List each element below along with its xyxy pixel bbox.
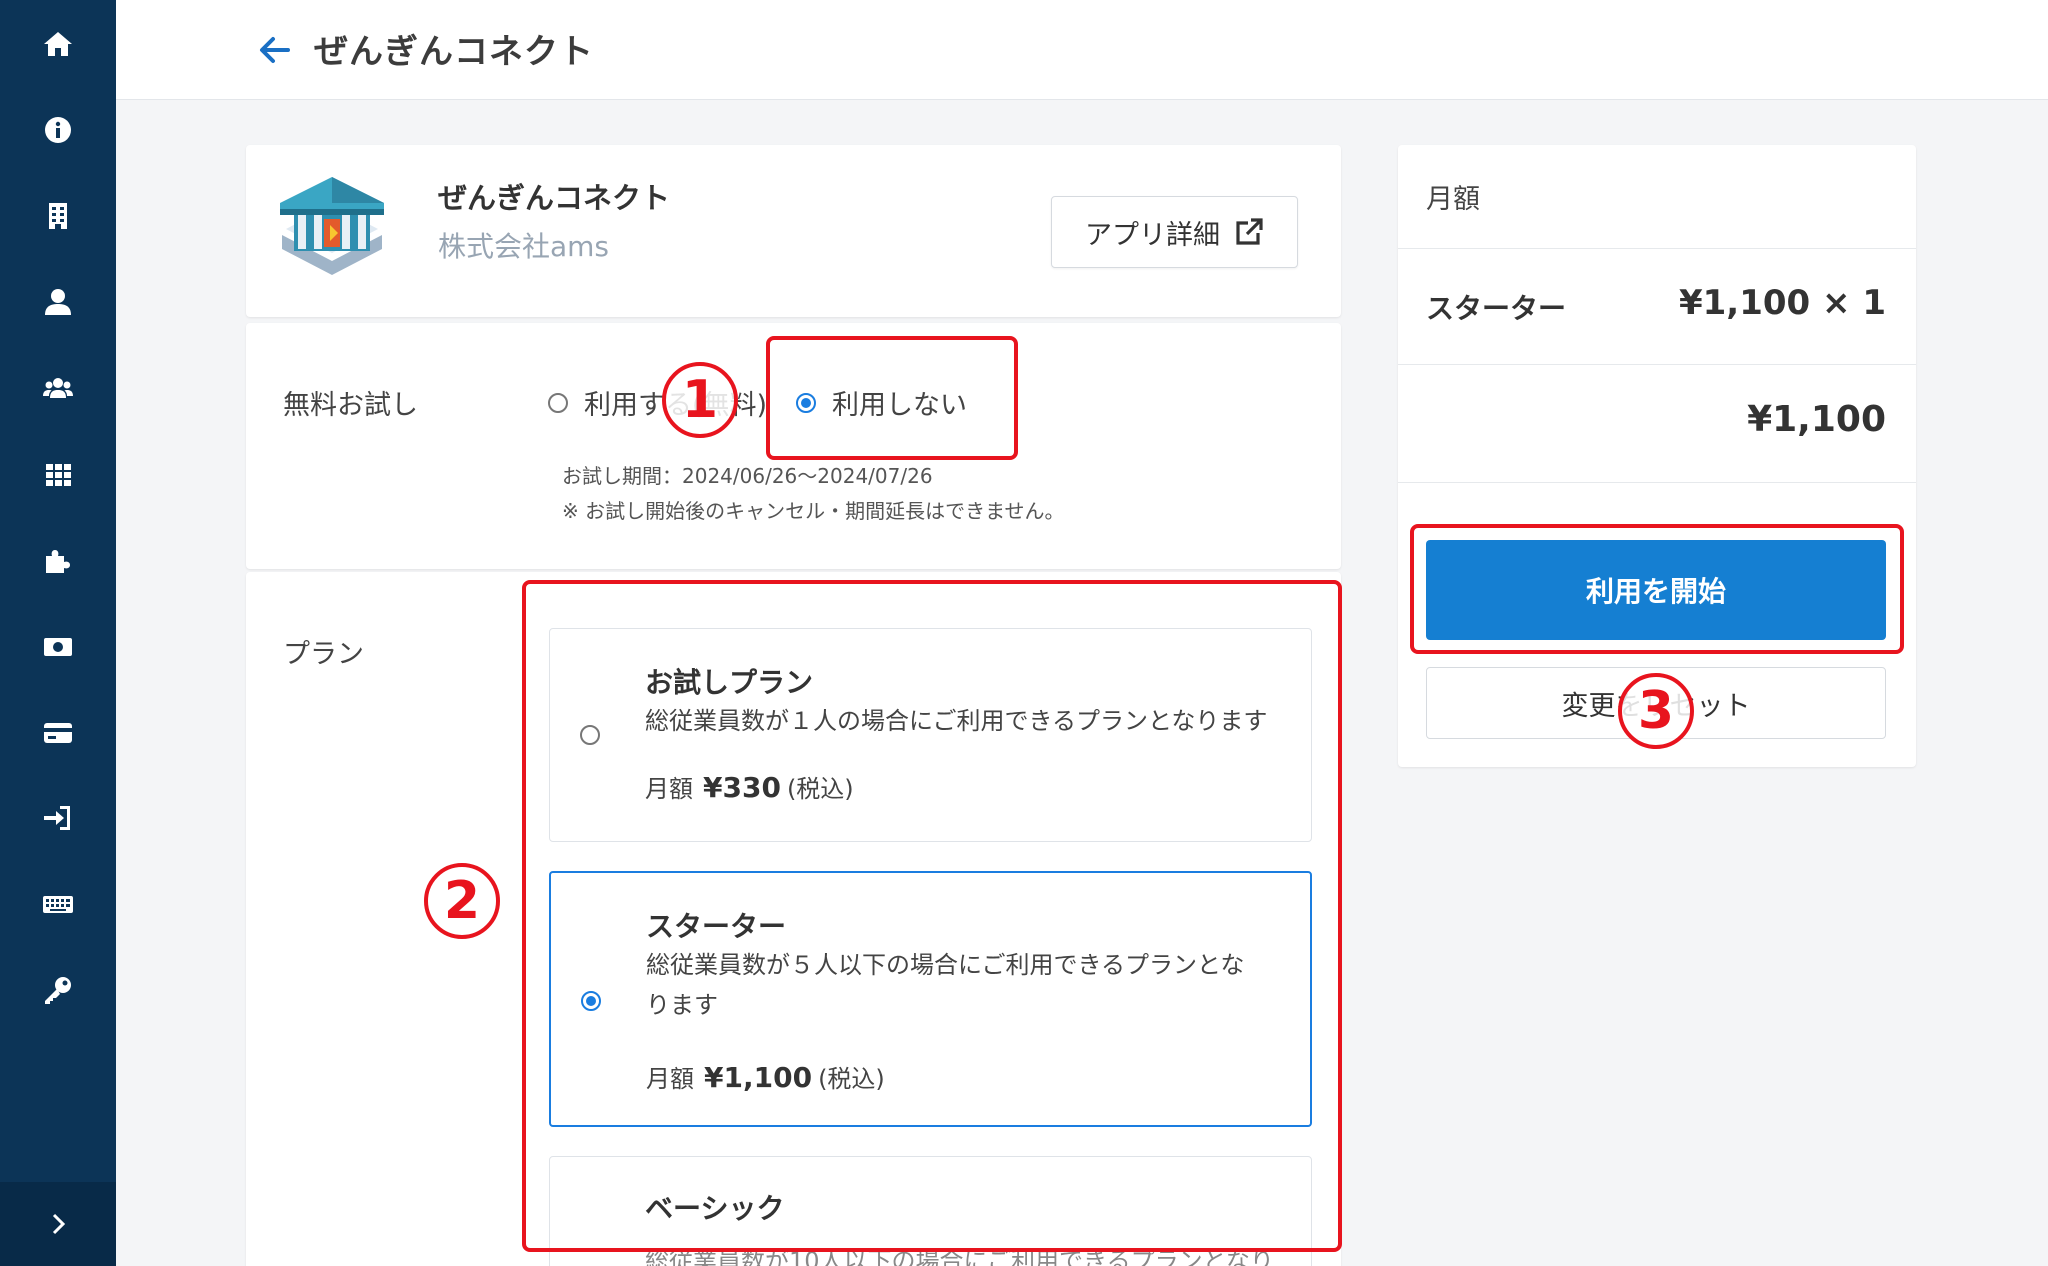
summary-header: 月額 — [1426, 184, 1480, 215]
sign-in-icon[interactable] — [0, 790, 116, 846]
app-company: 株式会社ams — [438, 230, 610, 263]
summary-plan-price: ¥1,100 × 1 — [1678, 283, 1886, 323]
annotation-number-3: 3 — [1618, 673, 1694, 749]
page-title: ぜんぎんコネクト — [314, 32, 594, 72]
app-detail-button[interactable]: アプリ詳細 — [1051, 196, 1298, 268]
app-detail-label: アプリ詳細 — [1085, 219, 1220, 251]
info-icon[interactable] — [0, 102, 116, 158]
trial-use-radio[interactable] — [548, 392, 568, 413]
puzzle-icon[interactable] — [0, 532, 116, 588]
annotation-number-1: 1 — [662, 362, 738, 438]
external-link-icon — [1236, 218, 1263, 245]
card-icon[interactable] — [0, 704, 116, 760]
free-trial-label: 無料お試し — [283, 390, 418, 421]
trial-cancel-note: ※ お試し開始後のキャンセル・期間延長はできません。 — [562, 499, 1065, 523]
keyboard-icon[interactable] — [0, 876, 116, 932]
summary-header-row: 月額 — [1398, 145, 1916, 249]
key-icon[interactable] — [0, 962, 116, 1018]
summary-plan-name: スターター — [1426, 292, 1567, 325]
summary-total-row: ¥1,100 — [1398, 365, 1916, 483]
bank-logo-icon — [280, 177, 384, 275]
plan-label: プラン — [283, 639, 364, 670]
summary-line-row: スターター ¥1,100 × 1 — [1398, 249, 1916, 365]
user-icon[interactable] — [0, 274, 116, 330]
home-icon[interactable] — [0, 16, 116, 72]
highlight-plan-list — [522, 580, 1342, 1252]
highlight-trial-option — [766, 336, 1018, 460]
app-name: ぜんぎんコネクト — [438, 181, 671, 215]
highlight-start-button — [1410, 524, 1904, 654]
app-card: ぜんぎんコネクト 株式会社ams アプリ詳細 — [246, 145, 1341, 317]
page-header: ぜんぎんコネクト — [116, 0, 2048, 100]
users-icon[interactable] — [0, 360, 116, 416]
trial-period-note: お試し期間：2024/06/26〜2024/07/26 — [562, 464, 933, 488]
sidebar — [0, 0, 116, 1266]
chevron-right-icon[interactable] — [0, 1182, 116, 1266]
grid-icon[interactable] — [0, 446, 116, 502]
summary-total: ¥1,100 — [1747, 399, 1886, 440]
money-icon[interactable] — [0, 618, 116, 674]
annotation-number-2: 2 — [424, 863, 500, 939]
building-icon[interactable] — [0, 188, 116, 244]
back-arrow-icon[interactable] — [256, 32, 292, 68]
